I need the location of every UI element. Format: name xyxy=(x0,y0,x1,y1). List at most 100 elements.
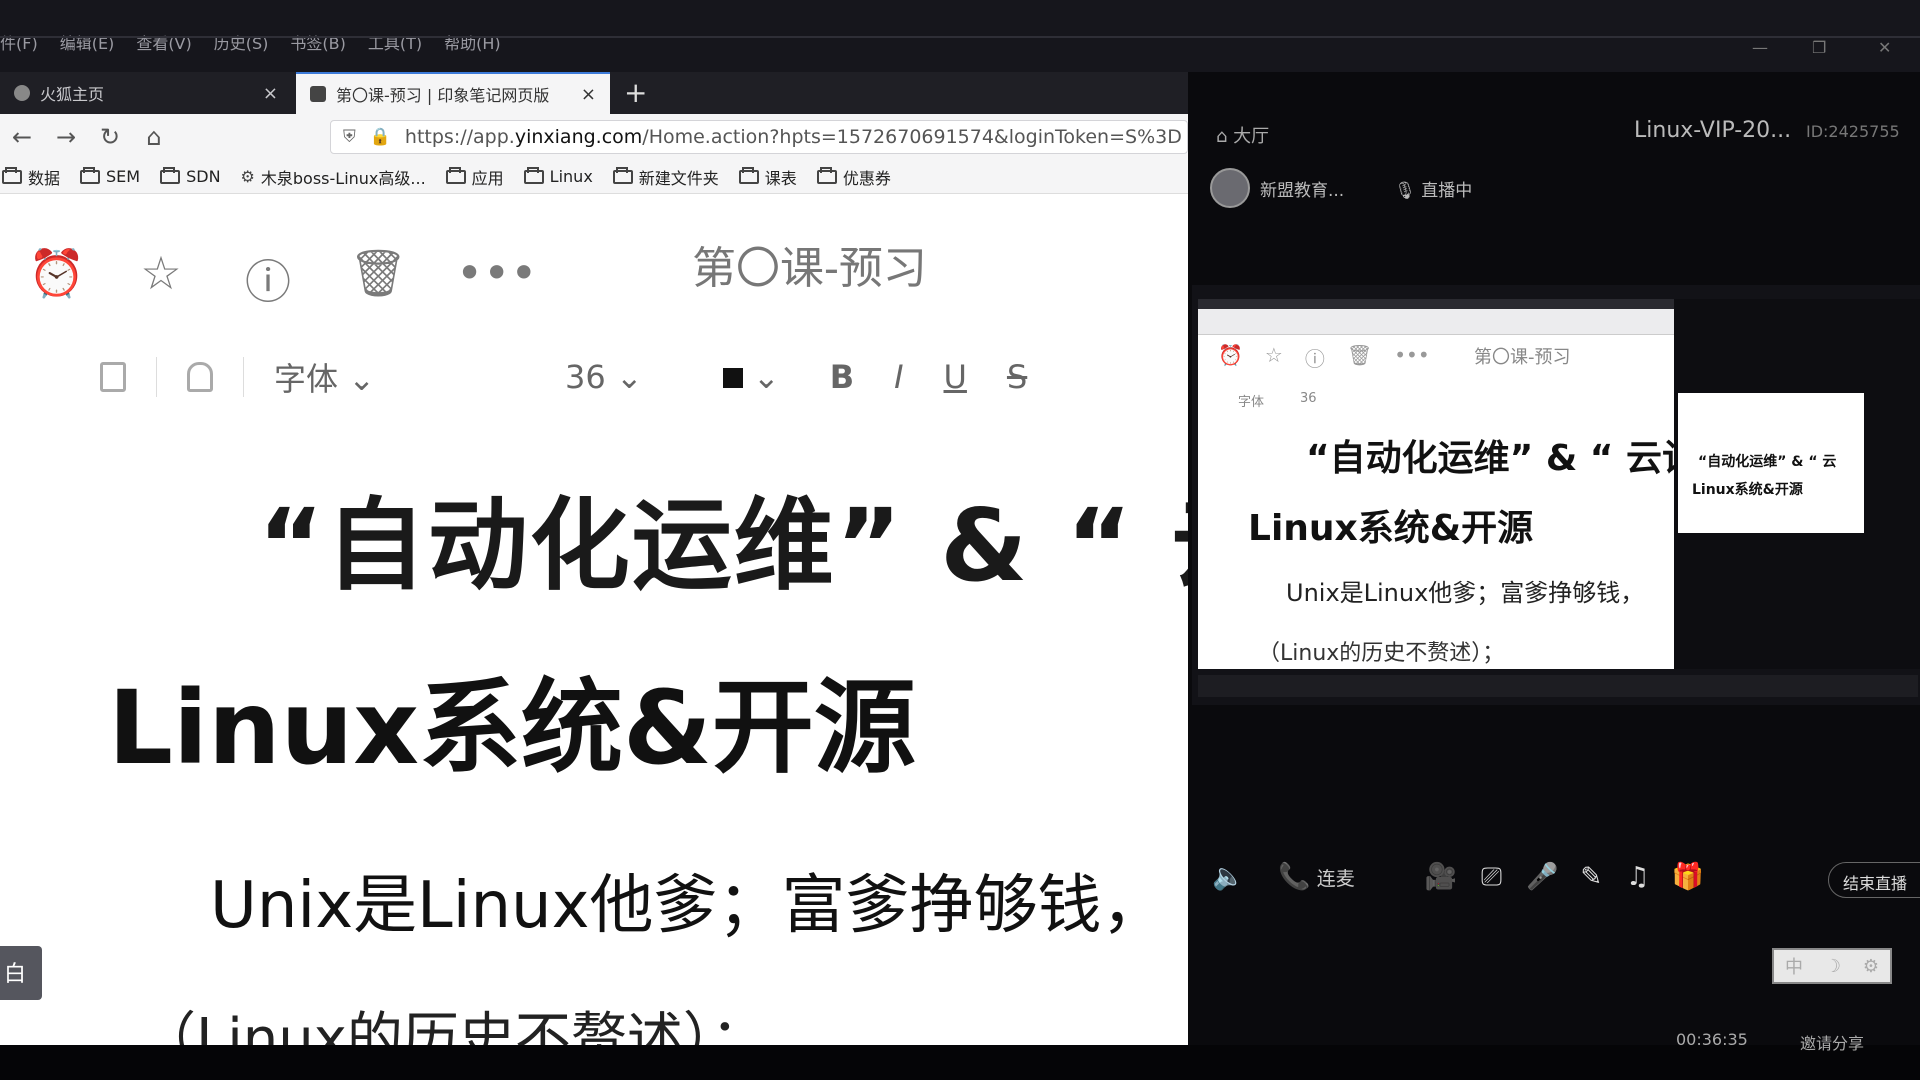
bookmark-coupons[interactable]: 优惠券 xyxy=(816,165,891,189)
menu-bookmarks[interactable]: 书签(B) xyxy=(290,30,345,54)
preview-format-toolbar: 字体 36 xyxy=(1238,391,1317,410)
info-icon[interactable]: ⓘ xyxy=(242,246,294,312)
camera-icon[interactable]: 🎥 xyxy=(1425,862,1457,892)
call-label[interactable]: 连麦 xyxy=(1317,864,1355,891)
font-family-select[interactable]: 字体 ⌄ xyxy=(274,354,375,400)
menu-tools[interactable]: 工具(T) xyxy=(368,30,422,54)
call-icon[interactable]: 📞 xyxy=(1278,862,1310,892)
preview-font-size: 36 xyxy=(1300,391,1317,406)
end-live-button[interactable]: 结束直播 xyxy=(1828,862,1920,898)
bookmark-data[interactable]: 数据 xyxy=(2,165,60,189)
speaker-icon[interactable]: 🔈 xyxy=(1212,862,1244,892)
alarm-icon: ⏰ xyxy=(1218,343,1243,367)
screen-share-icon[interactable]: ⎚ xyxy=(1481,862,1502,893)
gift-icon[interactable]: 🎁 xyxy=(1671,862,1703,892)
hall-link[interactable]: ⌂ 大厅 xyxy=(1216,122,1269,148)
note-paragraph-2[interactable]: （Linux的历史不赘述）； xyxy=(140,994,767,1045)
bookmark-label: Linux xyxy=(549,167,593,186)
shield-icon[interactable]: ⛨ xyxy=(343,127,356,147)
font-color-select[interactable]: ⌄ xyxy=(722,358,780,396)
screen-share-preview: ⏰ ☆ ⓘ 🗑 ••• 第〇课-预习 字体 36 “自动化运维” & “ 云计 … xyxy=(1192,285,1920,705)
menu-view[interactable]: 查看(V) xyxy=(136,30,191,54)
moon-icon[interactable]: ☽ xyxy=(1825,956,1841,977)
menu-file[interactable]: 件(F) xyxy=(0,30,38,54)
note-paragraph-1[interactable]: Unix是Linux他爹；富爹挣够钱， xyxy=(210,854,1166,946)
bookmark-label: SEM xyxy=(106,167,141,186)
tab-firefox-home[interactable]: 火狐主页 × xyxy=(0,72,292,114)
alarm-icon[interactable]: ⏰ xyxy=(28,246,85,312)
attachment-icon[interactable] xyxy=(187,362,213,392)
folder-icon xyxy=(2,166,22,184)
bookmark-schedule[interactable]: 课表 xyxy=(738,165,797,189)
tab-close-icon[interactable]: × xyxy=(263,83,278,104)
bookmark-label: SDN xyxy=(186,167,221,186)
music-icon[interactable]: ♫ xyxy=(1626,862,1649,892)
tab-evernote-note[interactable]: 第〇课-预习 | 印象笔记网页版 × xyxy=(296,72,610,114)
reload-icon[interactable]: ↻ xyxy=(88,123,132,151)
folder-icon xyxy=(816,166,837,184)
note-heading-1[interactable]: “自动化运维” & “ 云计 xyxy=(258,464,1188,609)
bookmark-label: 新建文件夹 xyxy=(638,168,719,188)
bookmark-label: 应用 xyxy=(471,168,504,188)
italic-button[interactable]: I xyxy=(894,358,903,396)
star-icon: ☆ xyxy=(1264,343,1283,367)
more-icon[interactable]: ••• xyxy=(456,246,537,312)
ime-language[interactable]: 中 xyxy=(1785,953,1803,979)
note-heading-2[interactable]: Linux系统&开源 xyxy=(108,646,916,793)
bookmark-muquan-linux[interactable]: ⚙ 木泉boss-Linux高级... xyxy=(241,165,426,189)
note-title[interactable]: 第〇课-预习 xyxy=(692,232,927,296)
avatar[interactable] xyxy=(1210,168,1250,208)
strikethrough-button[interactable]: S xyxy=(1007,358,1027,396)
new-tab-icon[interactable]: + xyxy=(624,76,647,109)
forward-icon[interactable]: → xyxy=(44,123,88,151)
star-icon[interactable]: ☆ xyxy=(135,246,187,312)
underline-button[interactable]: U xyxy=(944,358,967,396)
edit-icon[interactable]: ✎ xyxy=(1580,862,1602,892)
bookmark-apps[interactable]: 应用 xyxy=(445,165,504,189)
lock-icon[interactable]: 🔒 xyxy=(370,127,391,147)
share-link[interactable]: 邀请分享 xyxy=(1800,1030,1864,1054)
gear-icon: ⚙ xyxy=(240,167,255,186)
minimize-icon[interactable]: — xyxy=(1752,38,1768,57)
bookmark-sem[interactable]: SEM xyxy=(80,166,141,186)
menu-history[interactable]: 历史(S) xyxy=(214,30,269,54)
folder-icon xyxy=(445,166,466,184)
home-icon[interactable]: ⌂ xyxy=(132,123,176,151)
folder-icon xyxy=(523,166,544,184)
close-window-icon[interactable]: ✕ xyxy=(1878,38,1891,57)
font-size-select[interactable]: 36 ⌄ xyxy=(565,358,643,396)
preview-paragraph-2: （Linux的历史不赘述）； xyxy=(1258,641,1505,666)
gear-icon[interactable]: ⚙ xyxy=(1863,956,1879,977)
trash-icon[interactable]: 🗑 xyxy=(349,246,407,312)
preview-heading-2: Linux系统&开源 xyxy=(1248,508,1534,549)
browser-window: 火狐主页 × 第〇课-预习 | 印象笔记网页版 × + ← → ↻ ⌂ ⛨ 🔒 … xyxy=(0,72,1188,1045)
live-status-text: 直播中 xyxy=(1421,180,1473,201)
preview-paragraph-1: Unix是Linux他爹；富爹挣够钱， xyxy=(1286,579,1645,607)
chevron-down-icon: ⌄ xyxy=(615,358,643,396)
tab-bar: 火狐主页 × 第〇课-预习 | 印象笔记网页版 × + xyxy=(0,72,1188,114)
paragraph-style-icon[interactable] xyxy=(100,362,126,392)
url-bar[interactable]: ⛨ 🔒 https://app. yinxiang.com/Home.action… xyxy=(330,120,1188,154)
menu-edit[interactable]: 编辑(E) xyxy=(60,30,115,54)
preview-navbar xyxy=(1198,309,1674,335)
back-icon[interactable]: ← xyxy=(0,123,44,151)
bookmark-linux[interactable]: Linux xyxy=(523,166,593,186)
more-icon: ••• xyxy=(1394,343,1430,367)
bold-button[interactable]: B xyxy=(830,358,854,396)
preview-nested-note: “自动化运维” & “ 云 Linux系统&开源 xyxy=(1678,393,1864,533)
bookmark-new-folder[interactable]: 新建文件夹 xyxy=(612,165,719,189)
color-swatch xyxy=(722,368,743,388)
preview-live-panel: “自动化运维” & “ 云 Linux系统&开源 xyxy=(1674,299,1920,669)
preview-taskbar xyxy=(1198,675,1918,697)
bookmark-sdn[interactable]: SDN xyxy=(160,166,221,186)
folder-icon xyxy=(738,166,759,184)
menu-help[interactable]: 帮助(H) xyxy=(444,30,501,54)
microphone-icon[interactable]: 🎤 xyxy=(1526,862,1558,892)
bottom-strip xyxy=(0,1045,1920,1080)
side-tab[interactable]: 白 xyxy=(0,946,42,1000)
restore-icon[interactable]: ❐ xyxy=(1812,38,1826,57)
tab-close-icon[interactable]: × xyxy=(581,84,596,105)
bookmark-label: 课表 xyxy=(764,168,797,188)
preview-nested-heading-1: “自动化运维” & “ 云 xyxy=(1698,454,1837,470)
screen: 件(F) 编辑(E) 查看(V) 历史(S) 书签(B) 工具(T) 帮助(H)… xyxy=(0,0,1920,1080)
